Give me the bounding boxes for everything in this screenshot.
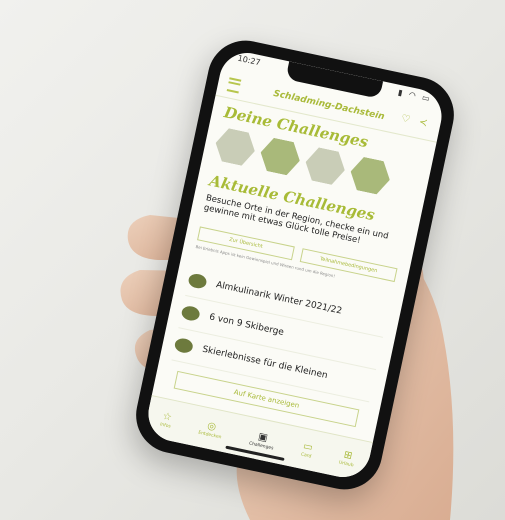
mountain-icon bbox=[180, 304, 201, 323]
tab-infos[interactable]: ☆ Infos bbox=[160, 410, 174, 429]
header-actions-icons[interactable]: ♡ ≺ bbox=[400, 113, 431, 130]
tab-label: Urlaub bbox=[338, 459, 354, 468]
tab-label: Challenges bbox=[248, 440, 274, 451]
tab-card[interactable]: ▭ Card bbox=[300, 440, 314, 459]
tab-label: Entdecken bbox=[197, 430, 222, 440]
challenge-label: 6 von 9 Skiberge bbox=[208, 312, 285, 339]
badge-icon[interactable] bbox=[257, 136, 303, 178]
status-time: 10:27 bbox=[236, 53, 262, 68]
tab-label: Infos bbox=[159, 421, 172, 430]
tab-discover[interactable]: ◎ Entdecken bbox=[198, 418, 225, 440]
tab-label: Card bbox=[300, 451, 312, 460]
mountain-icon bbox=[187, 272, 208, 290]
badge-icon[interactable] bbox=[347, 155, 393, 197]
tab-challenges[interactable]: ▣ Challenges bbox=[249, 429, 277, 451]
badge-icon[interactable] bbox=[302, 145, 348, 187]
mountain-icon bbox=[173, 336, 195, 355]
photo-scene: 10:27 ▮ ◠ ▭ Schladming-Dachstein ♡ ≺ Dei… bbox=[0, 0, 505, 520]
menu-icon[interactable] bbox=[226, 77, 242, 94]
tab-vacation[interactable]: ⊞ Urlaub bbox=[338, 448, 356, 468]
badge-icon[interactable] bbox=[212, 126, 258, 168]
status-icons: ▮ ◠ ▭ bbox=[397, 87, 433, 104]
